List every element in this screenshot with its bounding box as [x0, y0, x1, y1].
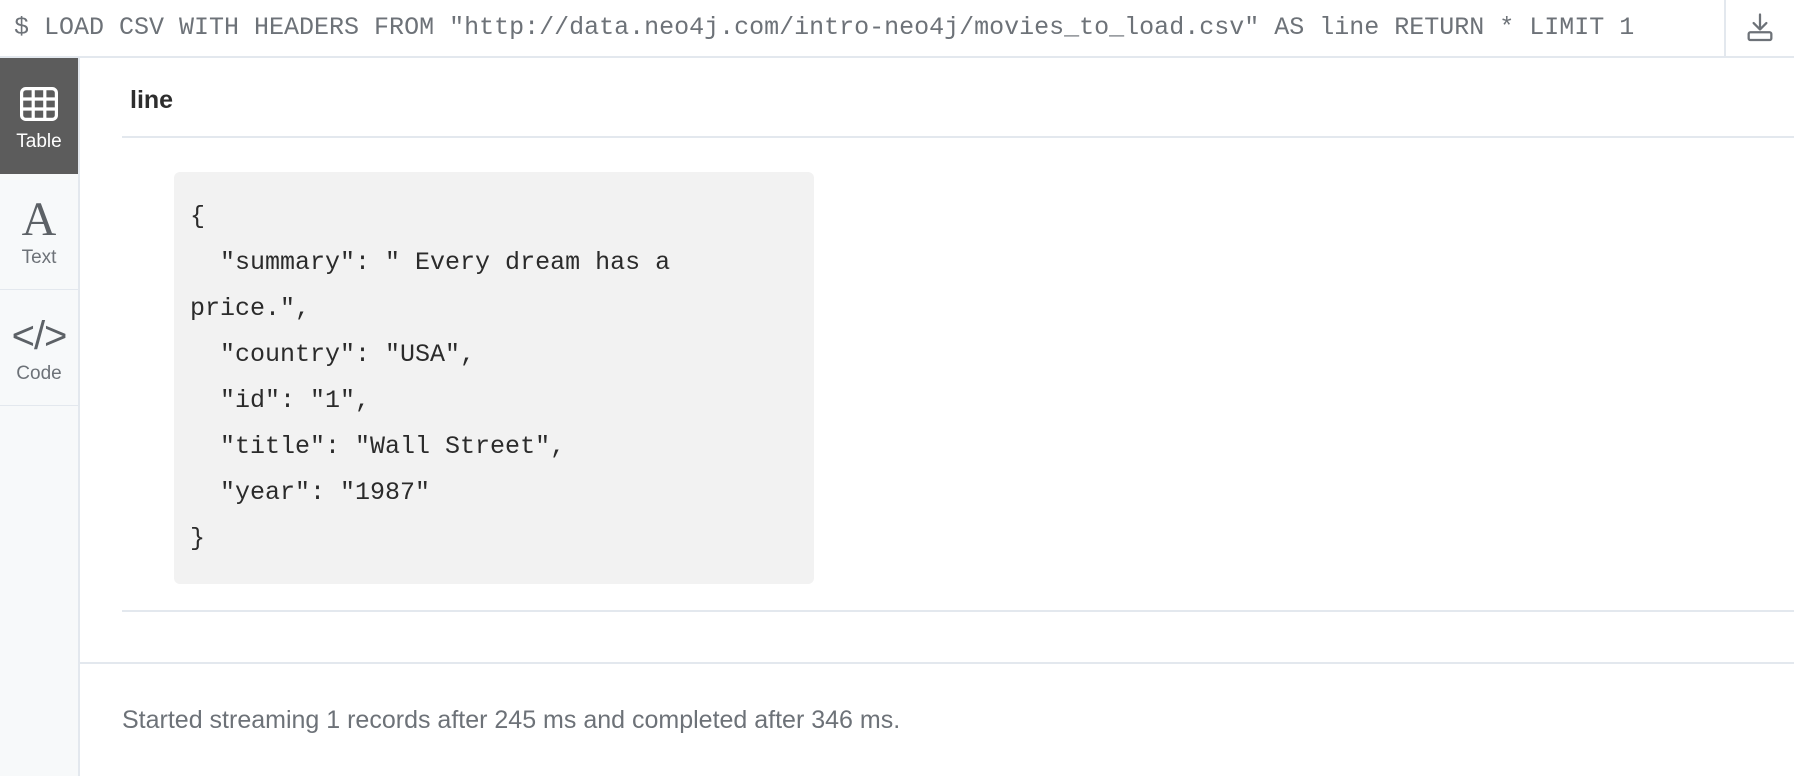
record-json-card: { "summary": " Every dream has a price."…	[174, 172, 814, 584]
result-body: Table A Text </> Code line { "summary": …	[0, 58, 1794, 776]
download-icon	[1743, 11, 1777, 45]
record-json-text: { "summary": " Every dream has a price."…	[190, 202, 671, 553]
text-a-icon: A	[21, 192, 57, 246]
sidebar-item-code[interactable]: </> Code	[0, 290, 78, 406]
result-frame: $ LOAD CSV WITH HEADERS FROM "http://dat…	[0, 0, 1794, 776]
view-switch-sidebar: Table A Text </> Code	[0, 58, 80, 776]
sidebar-item-label-table: Table	[16, 130, 62, 152]
code-angle-brackets-icon: </>	[11, 313, 68, 358]
sidebar-item-text[interactable]: A Text	[0, 174, 78, 290]
sidebar-item-label-text: Text	[21, 246, 57, 268]
query-bar: $ LOAD CSV WITH HEADERS FROM "http://dat…	[0, 0, 1794, 58]
table-icon	[20, 79, 58, 129]
record-divider	[122, 610, 1794, 612]
status-bar: Started streaming 1 records after 245 ms…	[80, 664, 1794, 776]
query-text: $ LOAD CSV WITH HEADERS FROM "http://dat…	[14, 13, 1635, 42]
status-message: Started streaming 1 records after 245 ms…	[122, 706, 901, 734]
header-divider	[122, 136, 1794, 138]
download-button[interactable]	[1726, 0, 1794, 57]
sidebar-item-table[interactable]: Table	[0, 58, 78, 174]
record-column-key: line	[130, 86, 174, 114]
result-pane: line { "summary": " Every dream has a pr…	[80, 58, 1794, 776]
record-header: line	[80, 58, 1794, 128]
sidebar-item-label-code: Code	[16, 362, 62, 384]
